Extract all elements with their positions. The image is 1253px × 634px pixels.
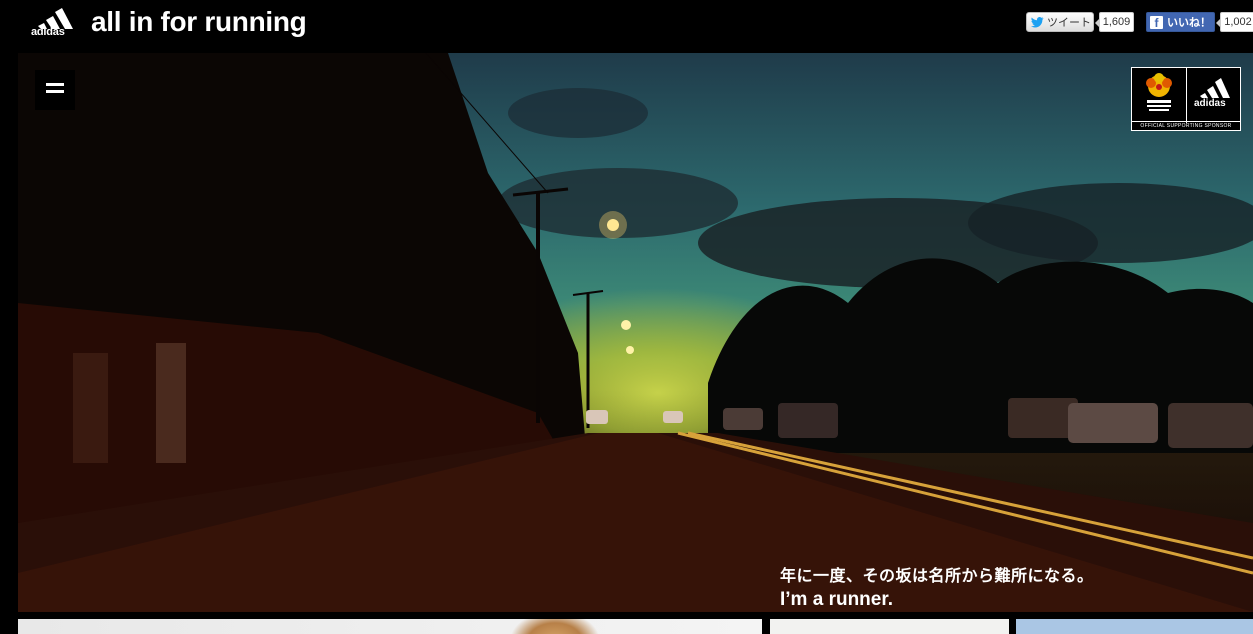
tweet-count: 1,609	[1095, 12, 1134, 32]
facebook-icon: f	[1150, 15, 1163, 30]
hero-tagline-jp: 年に一度、その坂は名所から難所になる。	[780, 568, 1094, 585]
hamburger-icon-bar	[46, 90, 64, 93]
sponsor-caption: OFFICIAL SUPPORTING SPONSOR	[1132, 121, 1240, 129]
tweet-label: ツイート	[1047, 17, 1091, 29]
like-count: 1,002	[1216, 12, 1253, 32]
hero-banner[interactable]: adidas OFFICIAL SUPPORTING SPONSOR 年に一度、…	[18, 53, 1253, 612]
site-title[interactable]: all in for running	[91, 6, 307, 38]
content-card-1[interactable]	[18, 619, 762, 634]
menu-button[interactable]	[35, 70, 75, 110]
sponsor-badge[interactable]: adidas OFFICIAL SUPPORTING SPONSOR	[1131, 67, 1241, 131]
site-header: adidas all in for running ツイート 1,609 f い…	[0, 0, 1253, 53]
hero-photo	[18, 53, 1253, 612]
hero-tagline-en: I’m a runner.	[780, 589, 893, 610]
brand-wordmark[interactable]: adidas	[31, 26, 65, 38]
tweet-button[interactable]: ツイート	[1026, 12, 1094, 32]
sponsor-brand: adidas	[1194, 98, 1226, 109]
adidas-sponsor-logo-icon	[1200, 78, 1230, 98]
content-card-3[interactable]	[1016, 619, 1253, 634]
honolulu-marathon-logo	[1146, 73, 1172, 111]
like-label: いいね！	[1167, 17, 1211, 29]
card-image	[510, 619, 600, 634]
content-card-2[interactable]	[770, 619, 1009, 634]
facebook-like-button[interactable]: f いいね！	[1146, 12, 1215, 32]
hamburger-icon	[46, 83, 64, 86]
twitter-bird-icon	[1031, 16, 1044, 27]
sponsor-divider	[1186, 68, 1187, 123]
